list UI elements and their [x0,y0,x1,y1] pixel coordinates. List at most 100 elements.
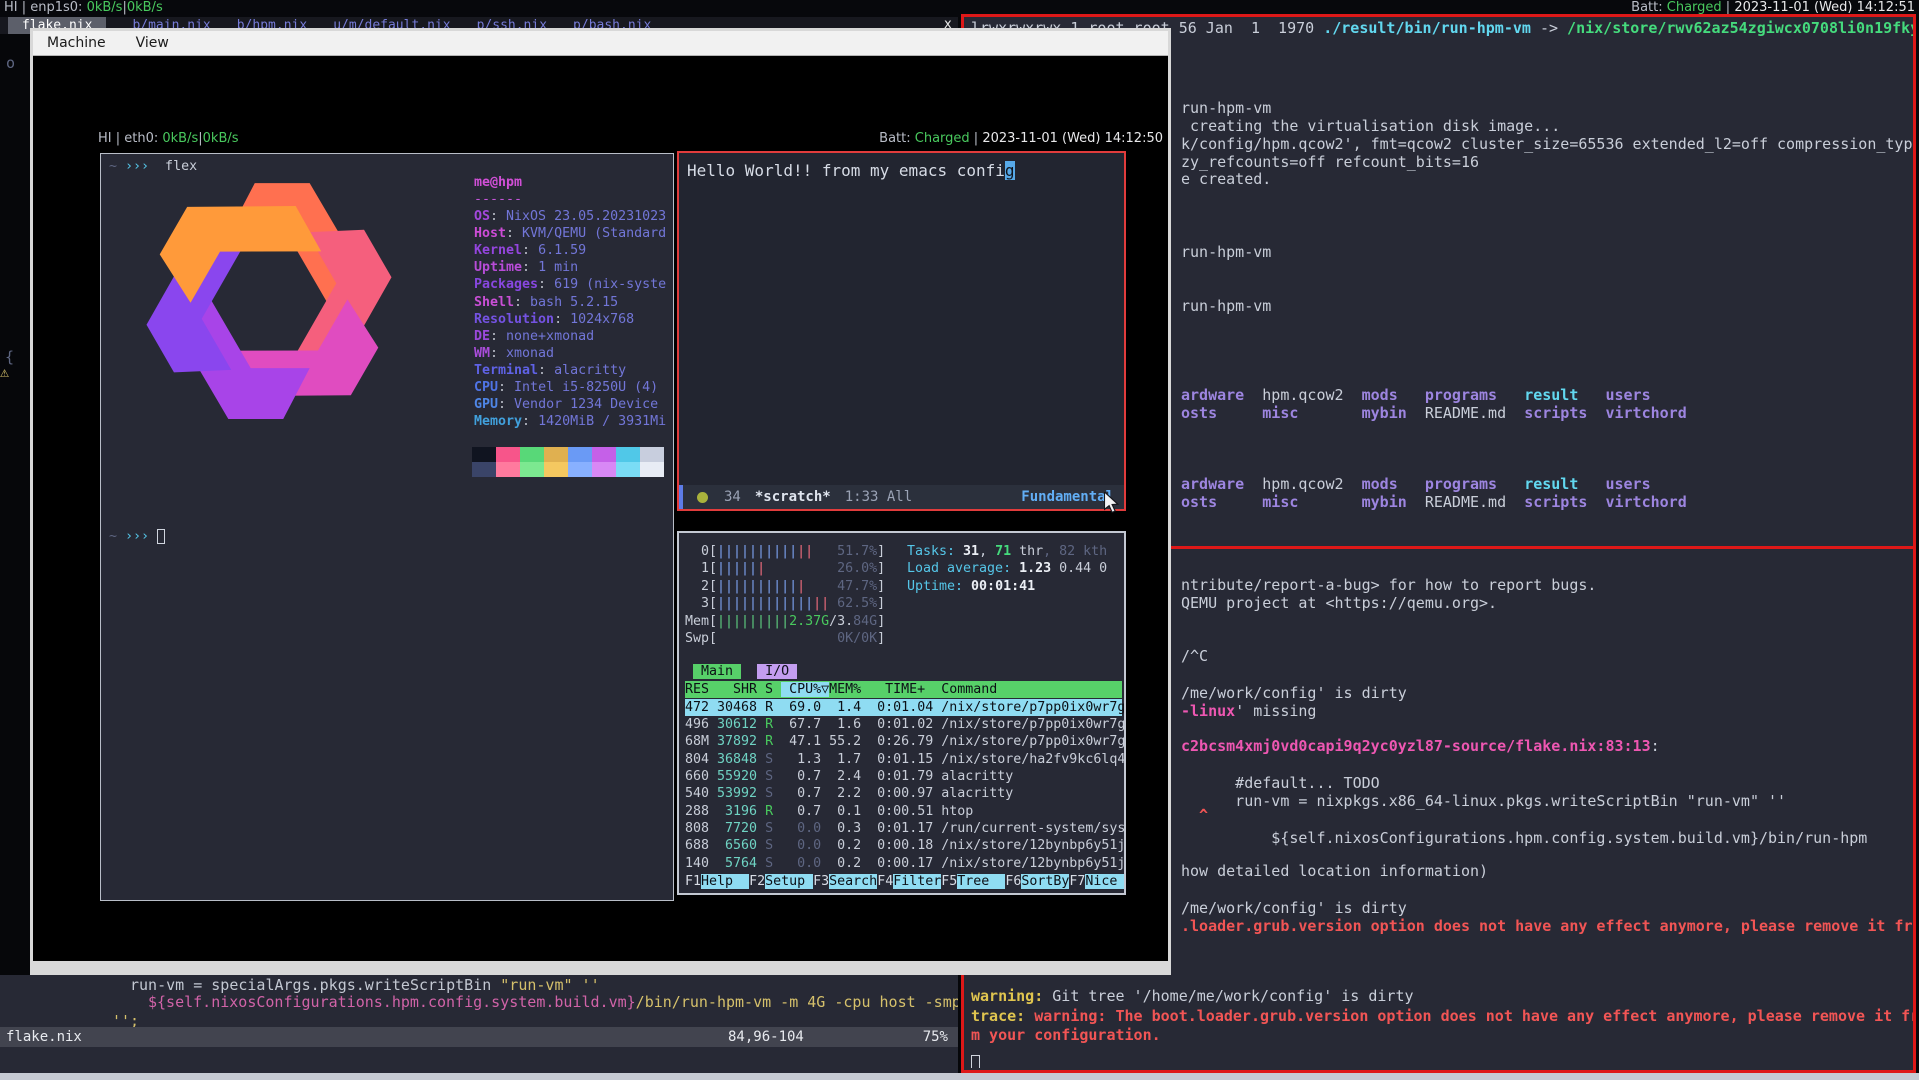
terminal-line: Resolution: 1024x768 [474,311,634,328]
color-swatch [592,447,616,462]
terminal-line: Packages: 619 (nix-syste [474,276,666,293]
terminal-line: ^ [1181,807,1208,825]
terminal-line: ardware hpm.qcow2 mods programs result u… [1181,476,1651,494]
editor-window[interactable]: run-vm = specialArgs.pkgs.writeScriptBin… [0,975,958,1073]
buffer-state-icon [697,492,708,503]
terminal-line: 688 6560 S 0.0 0.2 0:00.18 /nix/store/12… [685,837,1124,854]
editor-statusline: flake.nix 84,96-104 75% [0,1027,958,1047]
terminal-line: me@hpm [474,174,522,191]
terminal-line: Memory: 1420MiB / 3931Mi [474,413,666,430]
color-swatch [592,462,616,477]
color-swatch [496,447,520,462]
htop-content: 0[|||||||||||| 51.7%] 1[|||||| 26.0%] 2[… [679,533,1124,893]
color-swatch [472,447,496,462]
terminal-line: Mem[|||||||||2.37G/3.84G] [685,613,885,630]
terminal-line: 1[|||||| 26.0%] [685,560,885,577]
terminal-line: 2[||||||||||| 47.7%] [685,578,885,595]
terminal-line: 660 55920 S 0.7 2.4 0:01.79 alacritty [685,768,1013,785]
vm-terminal-window[interactable]: ~ ››› flexme@hpm------OS: NixOS 23.05.20… [100,153,674,901]
vm-menu-bar: Machine View [33,31,1168,56]
color-swatch [496,462,520,477]
emacs-modeline: 34 *scratch* 1:33 All Fundamental [679,485,1124,509]
terminal-line: ${self.nixosConfigurations.hpm.config.sy… [148,994,958,1012]
terminal-line: .loader.grub.version option does not hav… [1181,918,1913,936]
terminal-line: -linux' missing [1181,703,1316,721]
qemu-vm-window[interactable]: Machine View HI | eth0: 0kB/s|0kB/s Batt:… [30,28,1171,975]
emacs-buffer: Hello World!! from my emacs config [679,153,1124,485]
color-swatch [520,447,544,462]
terminal-line: 808 7720 S 0.0 0.3 0:01.17 /run/current-… [685,820,1124,837]
terminal-line: run-hpm-vm [1181,298,1271,316]
editor-content: run-vm = specialArgs.pkgs.writeScriptBin… [0,975,958,1027]
color-swatch [640,462,664,477]
terminal-line: ${self.nixosConfigurations.hpm.config.sy… [1181,830,1867,848]
color-swatch [544,462,568,477]
terminal-line: ardware hpm.qcow2 mods programs result u… [1181,387,1651,405]
terminal-line: 496 30612 R 67.7 1.6 0:01.02 /nix/store/… [685,716,1124,733]
terminal-line: ⚠ [0,364,9,382]
mouse-cursor [1104,492,1120,514]
terminal-line: 472 30468 R 69.0 1.4 0:01.04 /nix/store/… [685,699,1122,716]
htop-window[interactable]: 0[|||||||||||| 51.7%] 1[|||||| 26.0%] 2[… [677,531,1126,895]
screen-bottom-border [0,1073,1919,1080]
terminal-line: Tasks: 31, 71 thr, 82 kth [907,543,1107,560]
terminal-line: c2bcsm4xmj0vd0capi9q2yc0yzl87-source/fla… [1181,738,1660,756]
terminal-line: ~ ››› flex [109,158,197,175]
color-swatch [568,462,592,477]
terminal-line: #default... TODO [1181,775,1380,793]
editor-cursor-position: 84,96-104 [728,1027,804,1047]
terminal-line: ntribute/report-a-bug> for how to report… [1181,577,1596,595]
terminal-line: ~ ››› [109,528,165,545]
terminal-line: Uptime: 1 min [474,259,578,276]
emacs-major-mode[interactable]: Fundamental [1021,489,1114,505]
terminal-line: Load average: 1.23 0.44 0 [907,560,1107,577]
terminal-line: Batt: Charged | 2023-11-01 (Wed) 14:12:5… [879,131,1163,147]
color-swatch [520,462,544,477]
terminal-line: Hello World!! from my emacs config [687,161,1015,181]
terminal-line: QEMU project at <https://qemu.org>. [1181,595,1497,613]
terminal-line: Uptime: 00:01:41 [907,578,1035,595]
color-swatch [472,462,496,477]
terminal-line: Kernel: 6.1.59 [474,242,586,259]
terminal-line: /me/work/config' is dirty [1181,685,1407,703]
terminal-line: m your configuration. [971,1027,1161,1045]
terminal-line: F1Help F2Setup F3SearchF4FilterF5Tree F6… [685,873,1124,890]
color-swatch [544,447,568,462]
color-swatch [640,447,664,462]
terminal-line: 68M 37892 R 47.1 55.2 0:26.79 /nix/store… [685,733,1124,750]
terminal-line: GPU: Vendor 1234 Device [474,396,658,413]
terminal-line: Shell: bash 5.2.15 [474,294,618,311]
editor-filename: flake.nix [6,1027,82,1047]
terminal-line: HI | eth0: 0kB/s|0kB/s [98,131,239,147]
emacs-buffer-name: *scratch* [755,489,831,505]
terminal-line: CPU: Intel i5-8250U (4) [474,379,658,396]
terminal-line: ''; [112,1013,139,1027]
terminal-line: 540 53992 S 0.7 2.2 0:00.97 alacritty [685,785,1013,802]
terminal-line: DE: none+xmonad [474,328,594,345]
terminal-line: k/config/hpm.qcow2', fmt=qcow2 cluster_s… [1181,136,1913,154]
emacs-window[interactable]: Hello World!! from my emacs config 34 *s… [677,151,1126,511]
terminal-line: OS: NixOS 23.05.20231023 [474,208,666,225]
occluded-editor-fragments: o{⚠ [0,0,30,1080]
terminal-line: /me/work/config' is dirty [1181,900,1407,918]
terminal-line: RES SHR S CPU%▽MEM% TIME+ Command [685,681,1122,698]
menu-machine[interactable]: Machine [47,35,106,51]
terminal-line: 0[|||||||||||| 51.7%] [685,543,885,560]
emacs-buffer-number: 34 [724,489,741,505]
terminal-line: WM: xmonad [474,345,554,362]
menu-view[interactable]: View [136,35,169,51]
terminal-line [971,1053,980,1068]
terminal-line: run-hpm-vm [1181,100,1271,118]
terminal-line: warning: Git tree '/home/me/work/config'… [971,988,1414,1006]
nixos-logo [139,179,399,419]
vm-screen: HI | eth0: 0kB/s|0kB/s Batt: Charged | 20… [33,56,1168,961]
color-swatch [568,447,592,462]
vm-status-bar: HI | eth0: 0kB/s|0kB/s Batt: Charged | 20… [96,131,1165,149]
terminal-line: osts misc mybin README.md scripts virtch… [1181,494,1687,512]
terminal-line: Terminal: alacritty [474,362,626,379]
emacs-position: 1:33 All [845,489,912,505]
editor-scroll-percent: 75% [923,1027,948,1047]
terminal-line: 804 36848 S 1.3 1.7 0:01.15 /nix/store/h… [685,751,1124,768]
terminal-line: o [6,55,15,73]
modeline-accent-bar [679,485,683,509]
